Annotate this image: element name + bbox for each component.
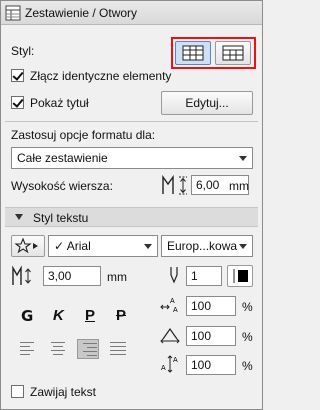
char-width-percent: % [242, 300, 253, 314]
text-style-header-label: Styl tekstu [33, 211, 89, 225]
collapse-triangle-icon [15, 214, 23, 220]
apply-format-label: Zastosuj opcje formatu dla: [11, 128, 156, 142]
style-label: Styl: [11, 44, 35, 58]
schedule-icon [5, 5, 21, 21]
strikethrough-button[interactable]: P [116, 307, 126, 324]
title-bar: Zestawienie / Otwory [1, 1, 262, 25]
svg-text:A: A [161, 365, 166, 372]
row-height-icon [162, 174, 187, 195]
font-select[interactable]: ✓ Arial [48, 235, 158, 257]
align-center-button[interactable] [47, 339, 69, 359]
panel-title: Zestawienie / Otwory [25, 6, 138, 20]
merge-identical-label: Złącz identyczne elementy [30, 69, 172, 83]
show-title-label: Pokaż tytuł [30, 96, 89, 110]
pen-color-button[interactable] [227, 265, 253, 287]
line-spacing-icon: A A [161, 355, 178, 373]
pen-icon [170, 267, 178, 284]
char-width-icon: A A [160, 298, 178, 314]
edit-button[interactable]: Edytuj... [161, 91, 253, 115]
svg-text:A: A [170, 298, 175, 305]
row-height-unit: mm [229, 179, 249, 193]
char-spacing-icon [160, 327, 180, 344]
char-spacing-input[interactable]: 100 [186, 326, 236, 346]
char-spacing-percent: % [242, 330, 253, 344]
svg-text:A: A [173, 357, 178, 364]
italic-button[interactable]: K [53, 307, 64, 324]
grid-style-b-icon [222, 45, 244, 61]
font-name: Arial [66, 239, 91, 253]
chevron-down-icon [144, 244, 152, 249]
font-size-input[interactable]: 3,00 [43, 266, 101, 286]
wrap-text-label: Zawijaj tekst [30, 385, 97, 399]
line-spacing-input[interactable]: 100 [186, 355, 236, 375]
wrap-text-checkbox[interactable] [11, 385, 24, 398]
svg-text:A: A [173, 307, 178, 314]
align-left-button[interactable] [17, 339, 39, 359]
underline-button[interactable]: P [85, 307, 95, 324]
pen-number-input[interactable]: 1 [186, 266, 222, 286]
checkmark-icon: ✓ [54, 239, 65, 253]
chevron-down-icon [239, 244, 247, 249]
apply-format-value: Całe zestawienie [17, 151, 108, 165]
char-width-input[interactable]: 100 [186, 296, 236, 316]
style-a-button[interactable] [175, 41, 211, 65]
line-spacing-percent: % [242, 359, 253, 373]
encoding-value: Europ...kowa [167, 239, 238, 253]
pen-color-swatch-icon [233, 269, 248, 283]
schedule-settings-panel: Zestawienie / Otwory Styl: Złącz identyc… [0, 0, 263, 410]
style-b-button[interactable] [215, 41, 251, 65]
text-style-section-header[interactable]: Styl tekstu [5, 207, 258, 227]
grid-style-a-icon [182, 45, 204, 61]
merge-identical-checkbox[interactable] [11, 69, 24, 82]
row-height-label: Wysokość wiersza: [11, 179, 113, 193]
encoding-select[interactable]: Europ...kowa [161, 235, 253, 257]
chevron-down-icon [239, 156, 247, 161]
divider [5, 121, 258, 122]
align-right-button[interactable] [77, 339, 99, 359]
favorites-button[interactable] [11, 235, 45, 257]
align-justify-button[interactable] [107, 339, 129, 359]
bold-button[interactable]: G [21, 307, 33, 325]
apply-format-select[interactable]: Całe zestawienie [11, 147, 253, 169]
font-size-unit: mm [107, 270, 127, 284]
font-size-icon [12, 265, 31, 285]
star-arrow-icon [14, 237, 38, 254]
show-title-checkbox[interactable] [11, 96, 24, 109]
